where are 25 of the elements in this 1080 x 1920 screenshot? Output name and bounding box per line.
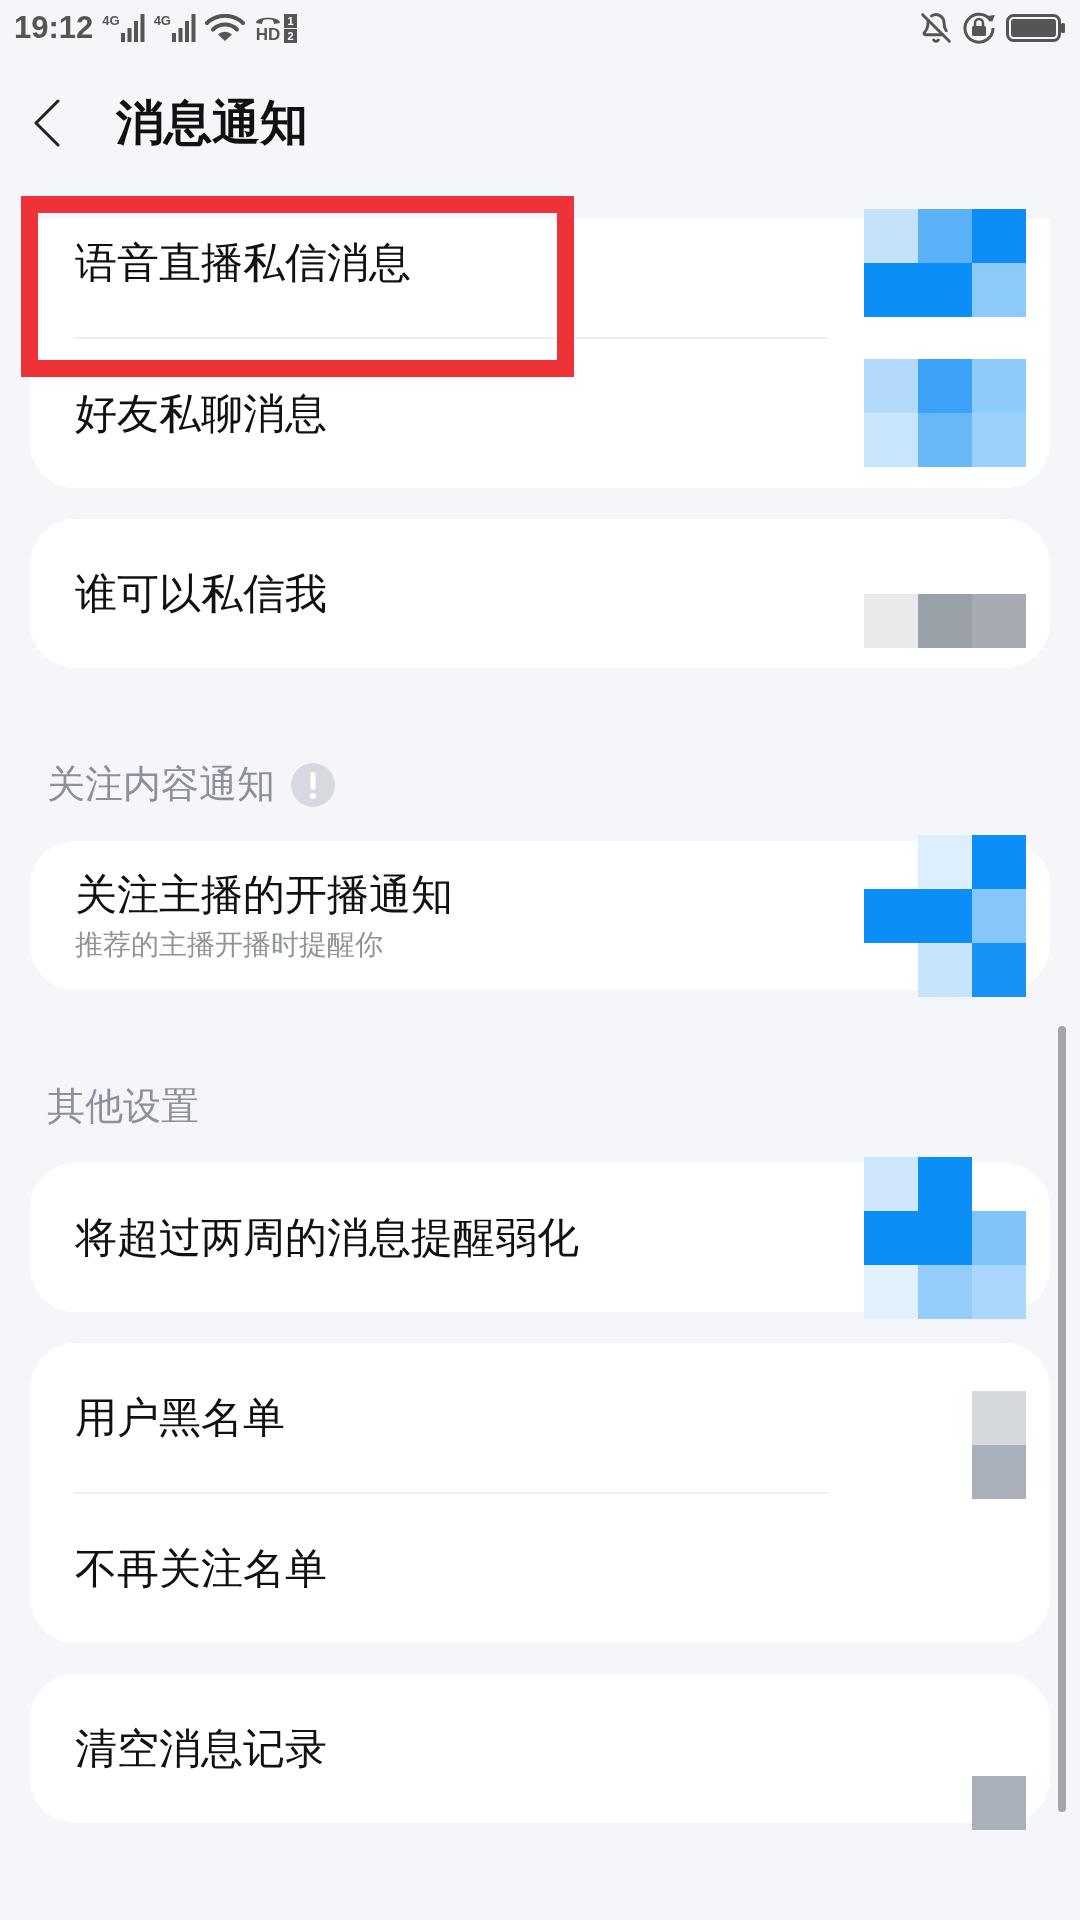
hd-label: HD (255, 25, 281, 44)
network-type-label: 4G (153, 14, 171, 28)
setting-label[interactable]: 好友私聊消息 (75, 388, 790, 439)
network-type-label: 4G (102, 14, 120, 28)
setting-label[interactable]: 清空消息记录 (75, 1723, 790, 1774)
setting-label[interactable]: 语音直播私信消息 (75, 237, 790, 288)
sim-number-label: 2 (284, 28, 297, 43)
battery-icon (1006, 14, 1066, 42)
chevron-left-icon (33, 99, 61, 147)
status-time: 19:12 (14, 11, 94, 45)
setting-label[interactable]: 不再关注名单 (75, 1543, 790, 1594)
section-heading: 其他设置 (47, 1087, 199, 1126)
setting-label[interactable]: 关注主播的开播通知 (75, 869, 790, 920)
section-heading: 关注内容通知 (47, 765, 275, 804)
rotation-lock-icon (962, 11, 996, 45)
signal-icon (172, 14, 196, 42)
setting-label[interactable]: 用户黑名单 (75, 1392, 790, 1443)
setting-label[interactable]: 谁可以私信我 (75, 568, 790, 619)
signal-icon (120, 14, 145, 42)
setting-label[interactable]: 将超过两周的消息提醒弱化 (75, 1212, 790, 1263)
setting-description: 推荐的主播开播时提醒你 (75, 927, 384, 962)
page-title: 消息通知 (116, 95, 308, 151)
wifi-icon (205, 14, 245, 42)
bell-off-icon (920, 12, 952, 44)
sim-number-label: 1 (284, 13, 297, 28)
